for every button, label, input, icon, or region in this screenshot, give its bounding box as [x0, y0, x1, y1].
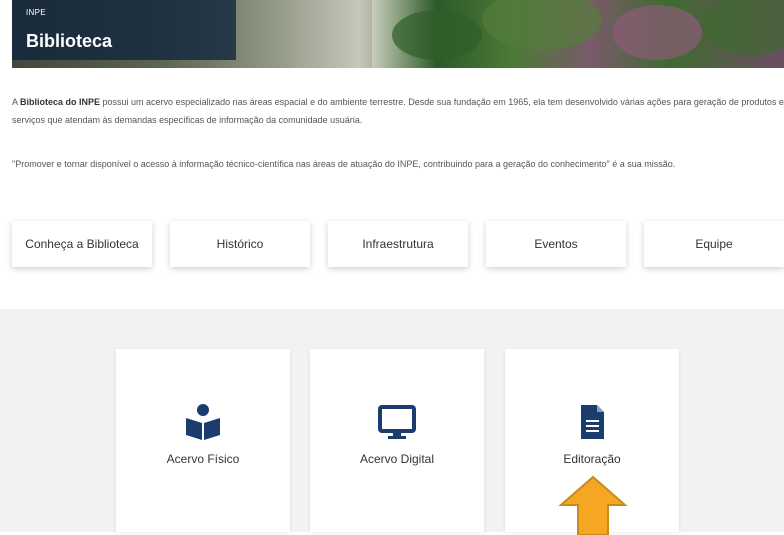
card-acervo-digital[interactable]: Acervo Digital [310, 349, 484, 532]
hero-foliage [702, 0, 784, 55]
intro-paragraph-1: A Biblioteca do INPE possui um acervo es… [12, 93, 784, 129]
intro-p1-rest: possui um acervo especializado nas áreas… [12, 97, 784, 125]
book-reader-icon [186, 404, 220, 440]
nav-button-conheca[interactable]: Conheça a Biblioteca [12, 221, 152, 267]
card-label: Acervo Físico [166, 452, 240, 466]
document-icon [581, 405, 604, 439]
nav-button-historico[interactable]: Histórico [170, 221, 310, 267]
monitor-icon [378, 405, 416, 439]
card-label: Editoração [563, 452, 621, 466]
page-title: Biblioteca [26, 31, 113, 51]
card-label: Acervo Digital [359, 452, 435, 466]
intro-p1-prefix: A [12, 97, 21, 107]
hero-foliage [392, 10, 482, 60]
hero-org-label: INPE [26, 8, 46, 17]
hero-foliage [482, 0, 602, 50]
nav-button-infraestrutura[interactable]: Infraestrutura [328, 221, 468, 267]
nav-button-equipe[interactable]: Equipe [644, 221, 784, 267]
hero-foliage [612, 5, 702, 60]
arrow-up-icon [558, 475, 628, 535]
nav-button-eventos[interactable]: Eventos [486, 221, 626, 267]
card-acervo-fisico[interactable]: Acervo Físico [116, 349, 290, 532]
intro-paragraph-2: "Promover e tornar disponível o acesso à… [12, 159, 676, 169]
intro-p1-bold: Biblioteca do INPE [20, 97, 101, 107]
